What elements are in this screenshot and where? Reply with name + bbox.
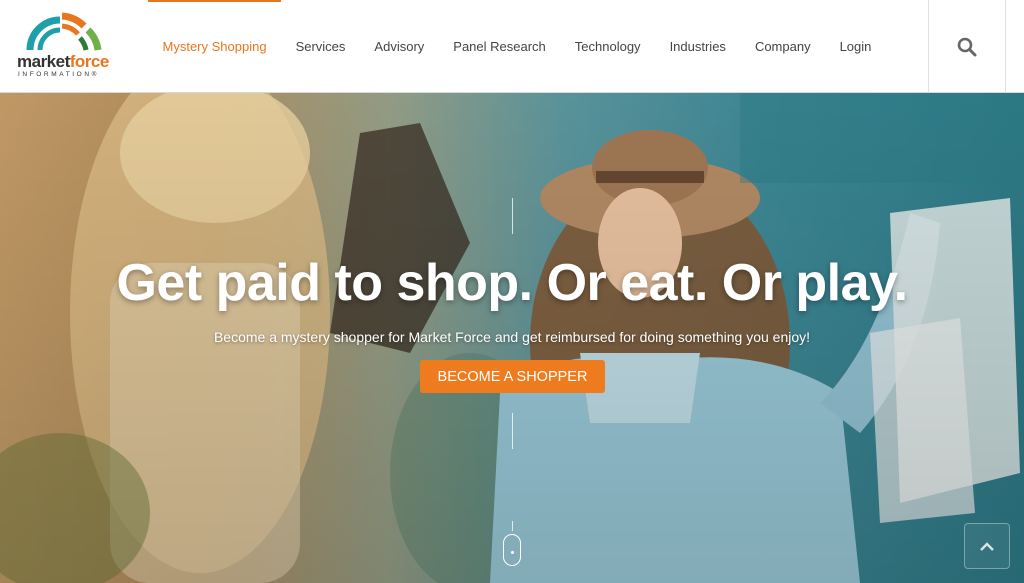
nav-item-industries[interactable]: Industries xyxy=(655,0,740,93)
nav-item-services[interactable]: Services xyxy=(281,0,360,93)
nav-item-login[interactable]: Login xyxy=(825,0,886,93)
chevron-up-icon xyxy=(980,542,994,551)
nav-item-mystery-shopping[interactable]: Mystery Shopping xyxy=(148,0,282,93)
nav-item-advisory[interactable]: Advisory xyxy=(360,0,439,93)
site-header: marketforce INFORMATION® Mystery Shoppin… xyxy=(0,0,1024,93)
hero-subtitle: Become a mystery shopper for Market Forc… xyxy=(213,329,811,345)
become-a-shopper-button[interactable]: BECOME A SHOPPER xyxy=(420,360,605,393)
logo-arcs-icon xyxy=(26,12,102,51)
logo-wordmark: marketforce xyxy=(17,52,109,71)
nav-item-company[interactable]: Company xyxy=(740,0,825,93)
nav-item-technology[interactable]: Technology xyxy=(560,0,655,93)
search-button[interactable] xyxy=(928,0,1006,93)
hero-banner: Get paid to shop. Or eat. Or play. Becom… xyxy=(0,93,1024,583)
logo-tagline: INFORMATION® xyxy=(18,71,100,78)
decorative-line-scroll xyxy=(512,521,513,531)
decorative-line-top xyxy=(512,198,513,234)
market-force-logo[interactable]: marketforce INFORMATION® xyxy=(16,12,116,82)
main-nav: Mystery Shopping Services Advisory Panel… xyxy=(148,0,886,93)
mouse-scroll-icon[interactable] xyxy=(503,534,521,566)
search-icon xyxy=(957,37,977,56)
decorative-line-bottom xyxy=(512,413,513,449)
nav-item-panel-research[interactable]: Panel Research xyxy=(439,0,561,93)
hero-title: Get paid to shop. Or eat. Or play. xyxy=(116,254,908,312)
back-to-top-button[interactable] xyxy=(964,523,1010,569)
